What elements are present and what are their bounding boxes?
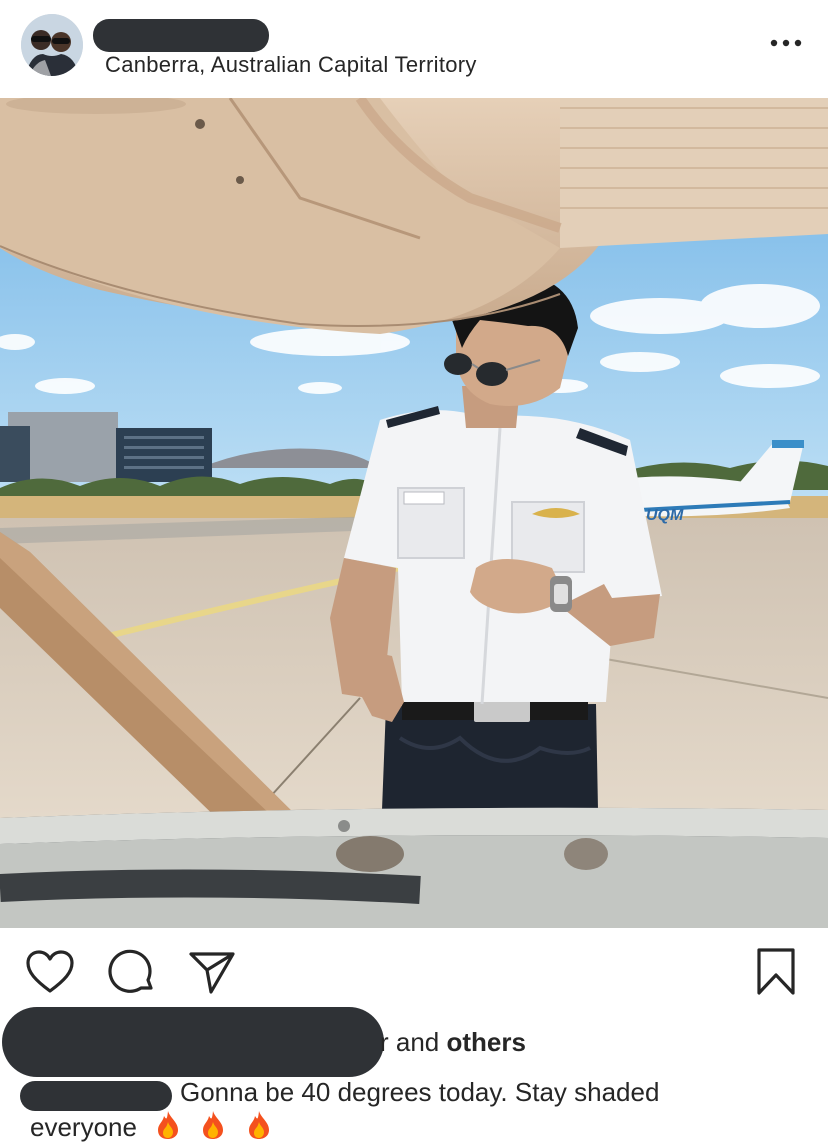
save-button[interactable] <box>750 946 802 998</box>
share-button[interactable] <box>186 946 238 998</box>
bookmark-icon <box>757 948 795 995</box>
caption-line-1: Gonna be 40 degrees today. Stay shaded <box>180 1077 660 1107</box>
plane-registration: UQM <box>646 507 684 524</box>
caption-word: everyone <box>30 1112 137 1142</box>
likes-summary[interactable]: r and others <box>380 1027 526 1058</box>
fire-emoji <box>248 1111 269 1139</box>
pilot-photo-illustration: UQM <box>0 98 828 928</box>
heart-icon <box>26 950 74 993</box>
caption-line-2: everyone <box>30 1110 273 1143</box>
post-actions-bar <box>0 940 828 1010</box>
profile-avatar[interactable] <box>21 14 83 76</box>
likes-others[interactable]: others <box>447 1027 526 1057</box>
fire-emoji <box>203 1111 224 1139</box>
send-icon <box>189 952 235 994</box>
username-redacted[interactable] <box>93 19 269 52</box>
comment-button[interactable] <box>106 946 158 998</box>
like-button[interactable] <box>24 946 76 998</box>
caption-username-redacted[interactable] <box>20 1081 172 1111</box>
post-header: Canberra, Australian Capital Territory <box>0 0 828 98</box>
likes-fragment: r and <box>380 1027 447 1057</box>
post-photo[interactable]: UQM <box>0 98 828 928</box>
more-options-button[interactable] <box>766 28 806 58</box>
fire-emoji <box>158 1111 179 1139</box>
post-location[interactable]: Canberra, Australian Capital Territory <box>105 52 477 78</box>
likes-username-redacted[interactable] <box>2 1007 384 1077</box>
avatar-photo <box>21 14 83 76</box>
more-options-icon <box>770 39 802 47</box>
comment-icon <box>108 949 153 993</box>
